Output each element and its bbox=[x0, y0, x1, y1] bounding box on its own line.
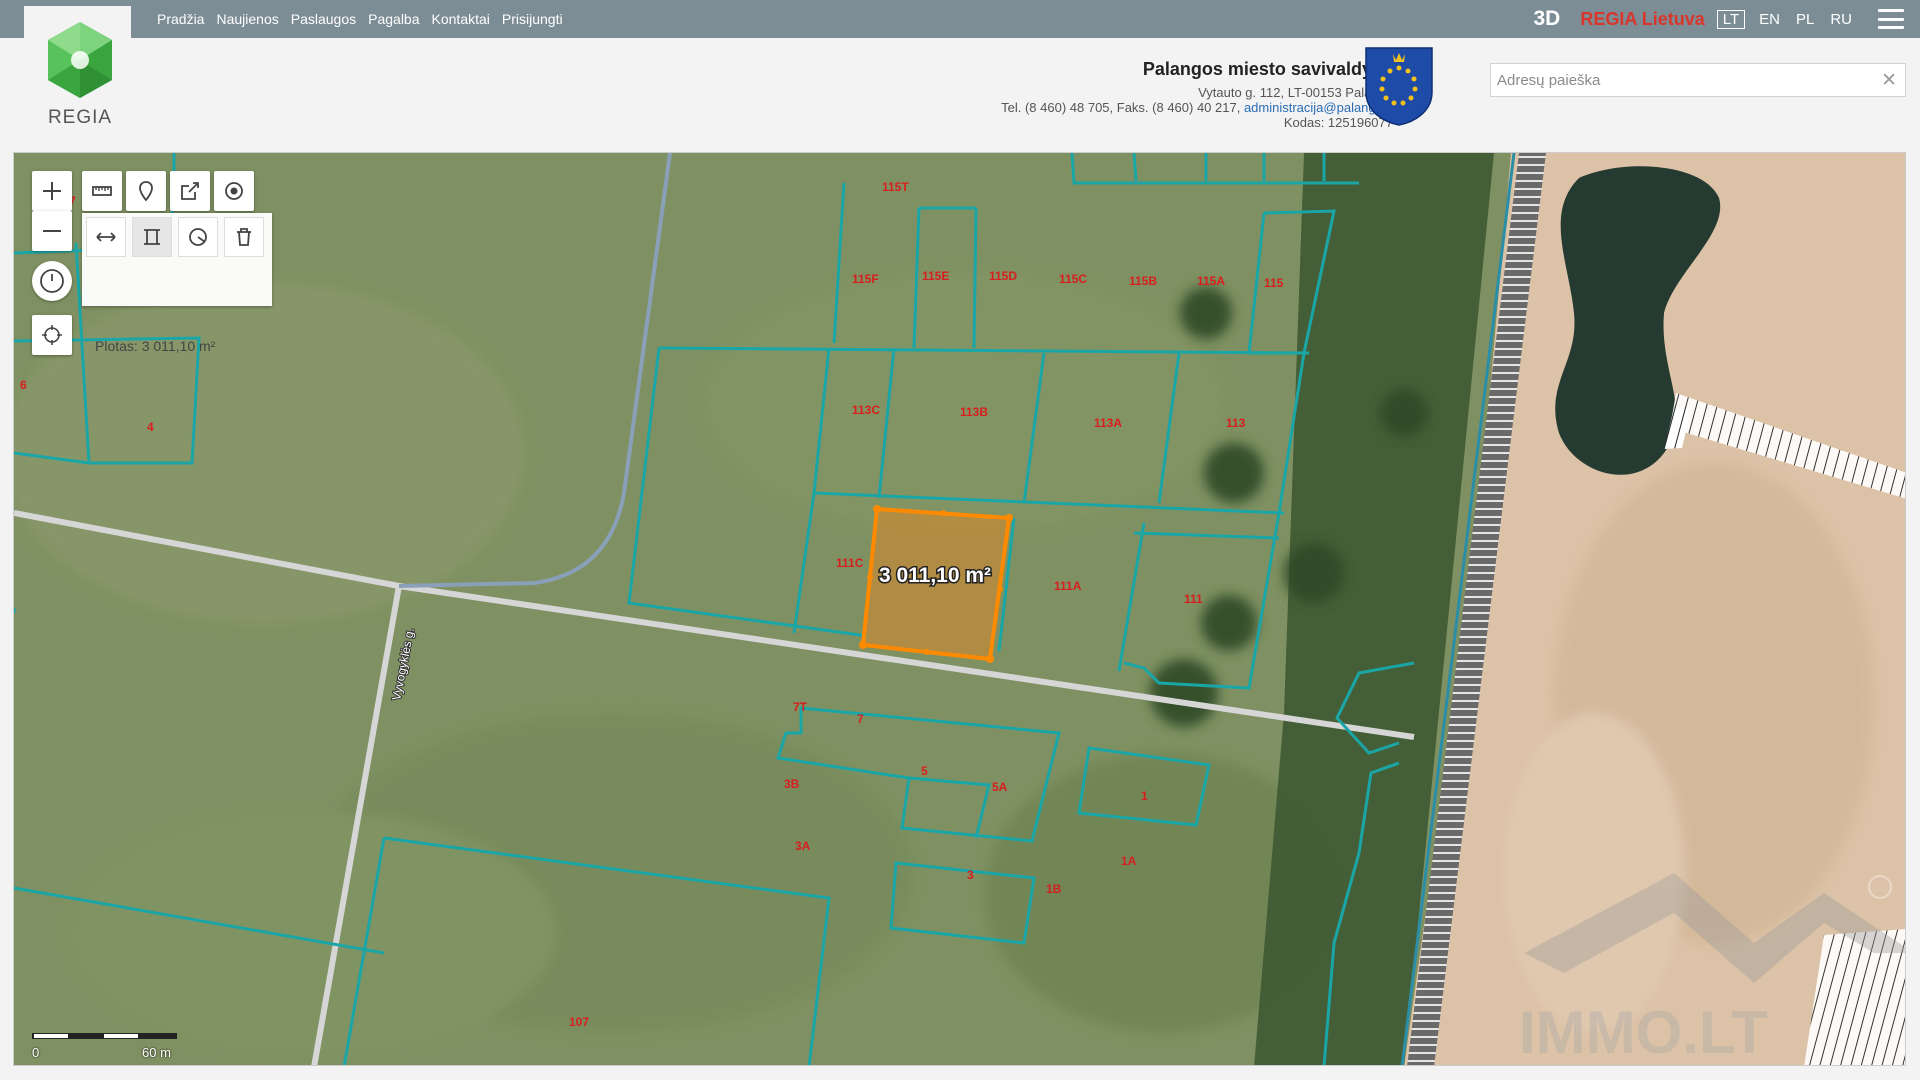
parcel-label: 111 bbox=[1184, 592, 1203, 606]
parcel-label: 111A bbox=[1054, 579, 1082, 593]
watermark-text: IMMO.LT bbox=[1519, 999, 1768, 1066]
parcel-label: 115 bbox=[1264, 276, 1284, 290]
scale-bar: 0 60 m bbox=[32, 1029, 177, 1060]
zoom-out-button[interactable] bbox=[32, 211, 72, 251]
clear-search-icon[interactable]: ✕ bbox=[1881, 69, 1897, 92]
municipality-code: Kodas: 125196077 bbox=[1283, 115, 1393, 130]
nav-item-prisijungti[interactable]: Prisijungti bbox=[502, 11, 563, 27]
parcel-label: 7T bbox=[793, 700, 808, 714]
municipality-info: Palangos miesto savivaldybė Vytauto g. 1… bbox=[1001, 58, 1393, 130]
parcel-label: 4 bbox=[147, 420, 154, 434]
coat-of-arms-icon bbox=[1365, 47, 1433, 126]
nav-item-pradzia[interactable]: Pradžia bbox=[157, 11, 204, 27]
parcel-label: 115E bbox=[922, 269, 949, 283]
ruler-tool-button[interactable] bbox=[82, 171, 122, 211]
measure-radius-button[interactable] bbox=[178, 217, 218, 257]
municipality-name: Palangos miesto savivaldybė bbox=[1142, 59, 1393, 79]
main-menu: Pradžia Naujienos Paslaugos Pagalba Kont… bbox=[157, 0, 563, 38]
area-readout: Plotas: 3 011,10 m² bbox=[95, 338, 216, 354]
hamburger-menu-icon[interactable] bbox=[1878, 9, 1904, 29]
parcel-label: 1B bbox=[1046, 882, 1062, 896]
share-button[interactable] bbox=[170, 171, 210, 211]
parcel-label: 1A bbox=[1121, 854, 1137, 868]
language-pl[interactable]: PL bbox=[1796, 11, 1814, 28]
ruler-icon bbox=[92, 186, 112, 196]
parcel-label: 3A bbox=[795, 839, 811, 853]
target-icon bbox=[225, 182, 243, 200]
parcel-label: 5A bbox=[992, 780, 1008, 794]
nav-item-kontaktai[interactable]: Kontaktai bbox=[432, 11, 490, 27]
scale-label-start: 0 bbox=[32, 1045, 40, 1060]
measure-panel: Plotas: 3 011,10 m² bbox=[82, 213, 272, 354]
aerial-map[interactable]: 3 011,10 m² 115T 115F 115E 115D 115C 115… bbox=[14, 153, 1906, 1066]
locate-button[interactable] bbox=[214, 171, 254, 211]
placemark-tool-button[interactable] bbox=[126, 171, 166, 211]
parcel-label: 113 bbox=[1226, 416, 1246, 430]
measured-area-label: 3 011,10 m² bbox=[879, 564, 991, 587]
map-view[interactable]: 3 011,10 m² 115T 115F 115E 115D 115C 115… bbox=[13, 152, 1906, 1066]
crosshair-icon bbox=[42, 325, 62, 345]
zoom-in-button[interactable] bbox=[32, 171, 72, 211]
parcel-label: 111C bbox=[836, 556, 864, 570]
address-search-input[interactable] bbox=[1491, 64, 1863, 96]
top-right-controls: 3D REGIA Lietuva LT EN PL RU bbox=[1534, 0, 1920, 38]
language-lt[interactable]: LT bbox=[1716, 9, 1746, 29]
parcel-label: 115T bbox=[882, 180, 909, 194]
parcel-label: 115B bbox=[1129, 274, 1157, 288]
share-icon bbox=[181, 182, 199, 200]
nav-item-naujienos[interactable]: Naujienos bbox=[216, 11, 278, 27]
parcel-label: 113A bbox=[1094, 416, 1122, 430]
history-button[interactable] bbox=[32, 261, 72, 301]
parcel-label: 115D bbox=[989, 269, 1017, 283]
area-icon bbox=[144, 229, 160, 245]
regia-logo-icon bbox=[48, 22, 112, 98]
clock-icon bbox=[40, 269, 64, 293]
nav-item-pagalba[interactable]: Pagalba bbox=[368, 11, 419, 27]
scale-label-end: 60 m bbox=[142, 1045, 171, 1060]
3d-button[interactable]: 3D bbox=[1534, 7, 1561, 31]
nav-item-paslaugos[interactable]: Paslaugos bbox=[291, 11, 356, 27]
parcel-label: 3B bbox=[784, 777, 800, 791]
measure-distance-button[interactable] bbox=[86, 217, 126, 257]
regia-logo[interactable]: REGIA bbox=[40, 20, 120, 129]
map-pin-icon bbox=[139, 181, 153, 202]
crosshair-button[interactable] bbox=[32, 315, 72, 355]
municipality-phone: Tel. (8 460) 48 705, Faks. (8 460) 40 21… bbox=[1001, 100, 1244, 115]
regia-lietuva-link[interactable]: REGIA Lietuva bbox=[1580, 9, 1704, 30]
parcel-label: 115F bbox=[852, 272, 879, 286]
address-search: ✕ bbox=[1490, 63, 1906, 97]
parcel-label: 5 bbox=[921, 764, 928, 778]
trash-icon bbox=[237, 228, 251, 246]
language-ru[interactable]: RU bbox=[1830, 11, 1852, 28]
radius-icon bbox=[189, 228, 207, 246]
municipality-contacts: Tel. (8 460) 48 705, Faks. (8 460) 40 21… bbox=[1001, 100, 1393, 115]
parcel-label: 107 bbox=[569, 1015, 589, 1029]
top-navigation-bar: Pradžia Naujienos Paslaugos Pagalba Kont… bbox=[0, 0, 1920, 38]
parcel-label: 3 bbox=[967, 868, 974, 882]
parcel-label: 7 bbox=[857, 712, 864, 726]
parcel-label: 1 bbox=[1141, 789, 1148, 803]
clear-measure-button[interactable] bbox=[224, 217, 264, 257]
parcel-label: 115A bbox=[1197, 274, 1225, 288]
language-en[interactable]: EN bbox=[1759, 11, 1780, 28]
municipality-address: Vytauto g. 112, LT-00153 Palanga bbox=[1198, 85, 1393, 100]
parcel-label: 113B bbox=[960, 405, 988, 419]
logo-text: REGIA bbox=[47, 107, 113, 128]
parcel-label: 115C bbox=[1059, 272, 1087, 286]
measure-area-button[interactable] bbox=[132, 217, 172, 257]
distance-icon bbox=[96, 232, 116, 242]
parcel-label: 113C bbox=[852, 403, 880, 417]
parcel-label: 6 bbox=[20, 378, 27, 392]
